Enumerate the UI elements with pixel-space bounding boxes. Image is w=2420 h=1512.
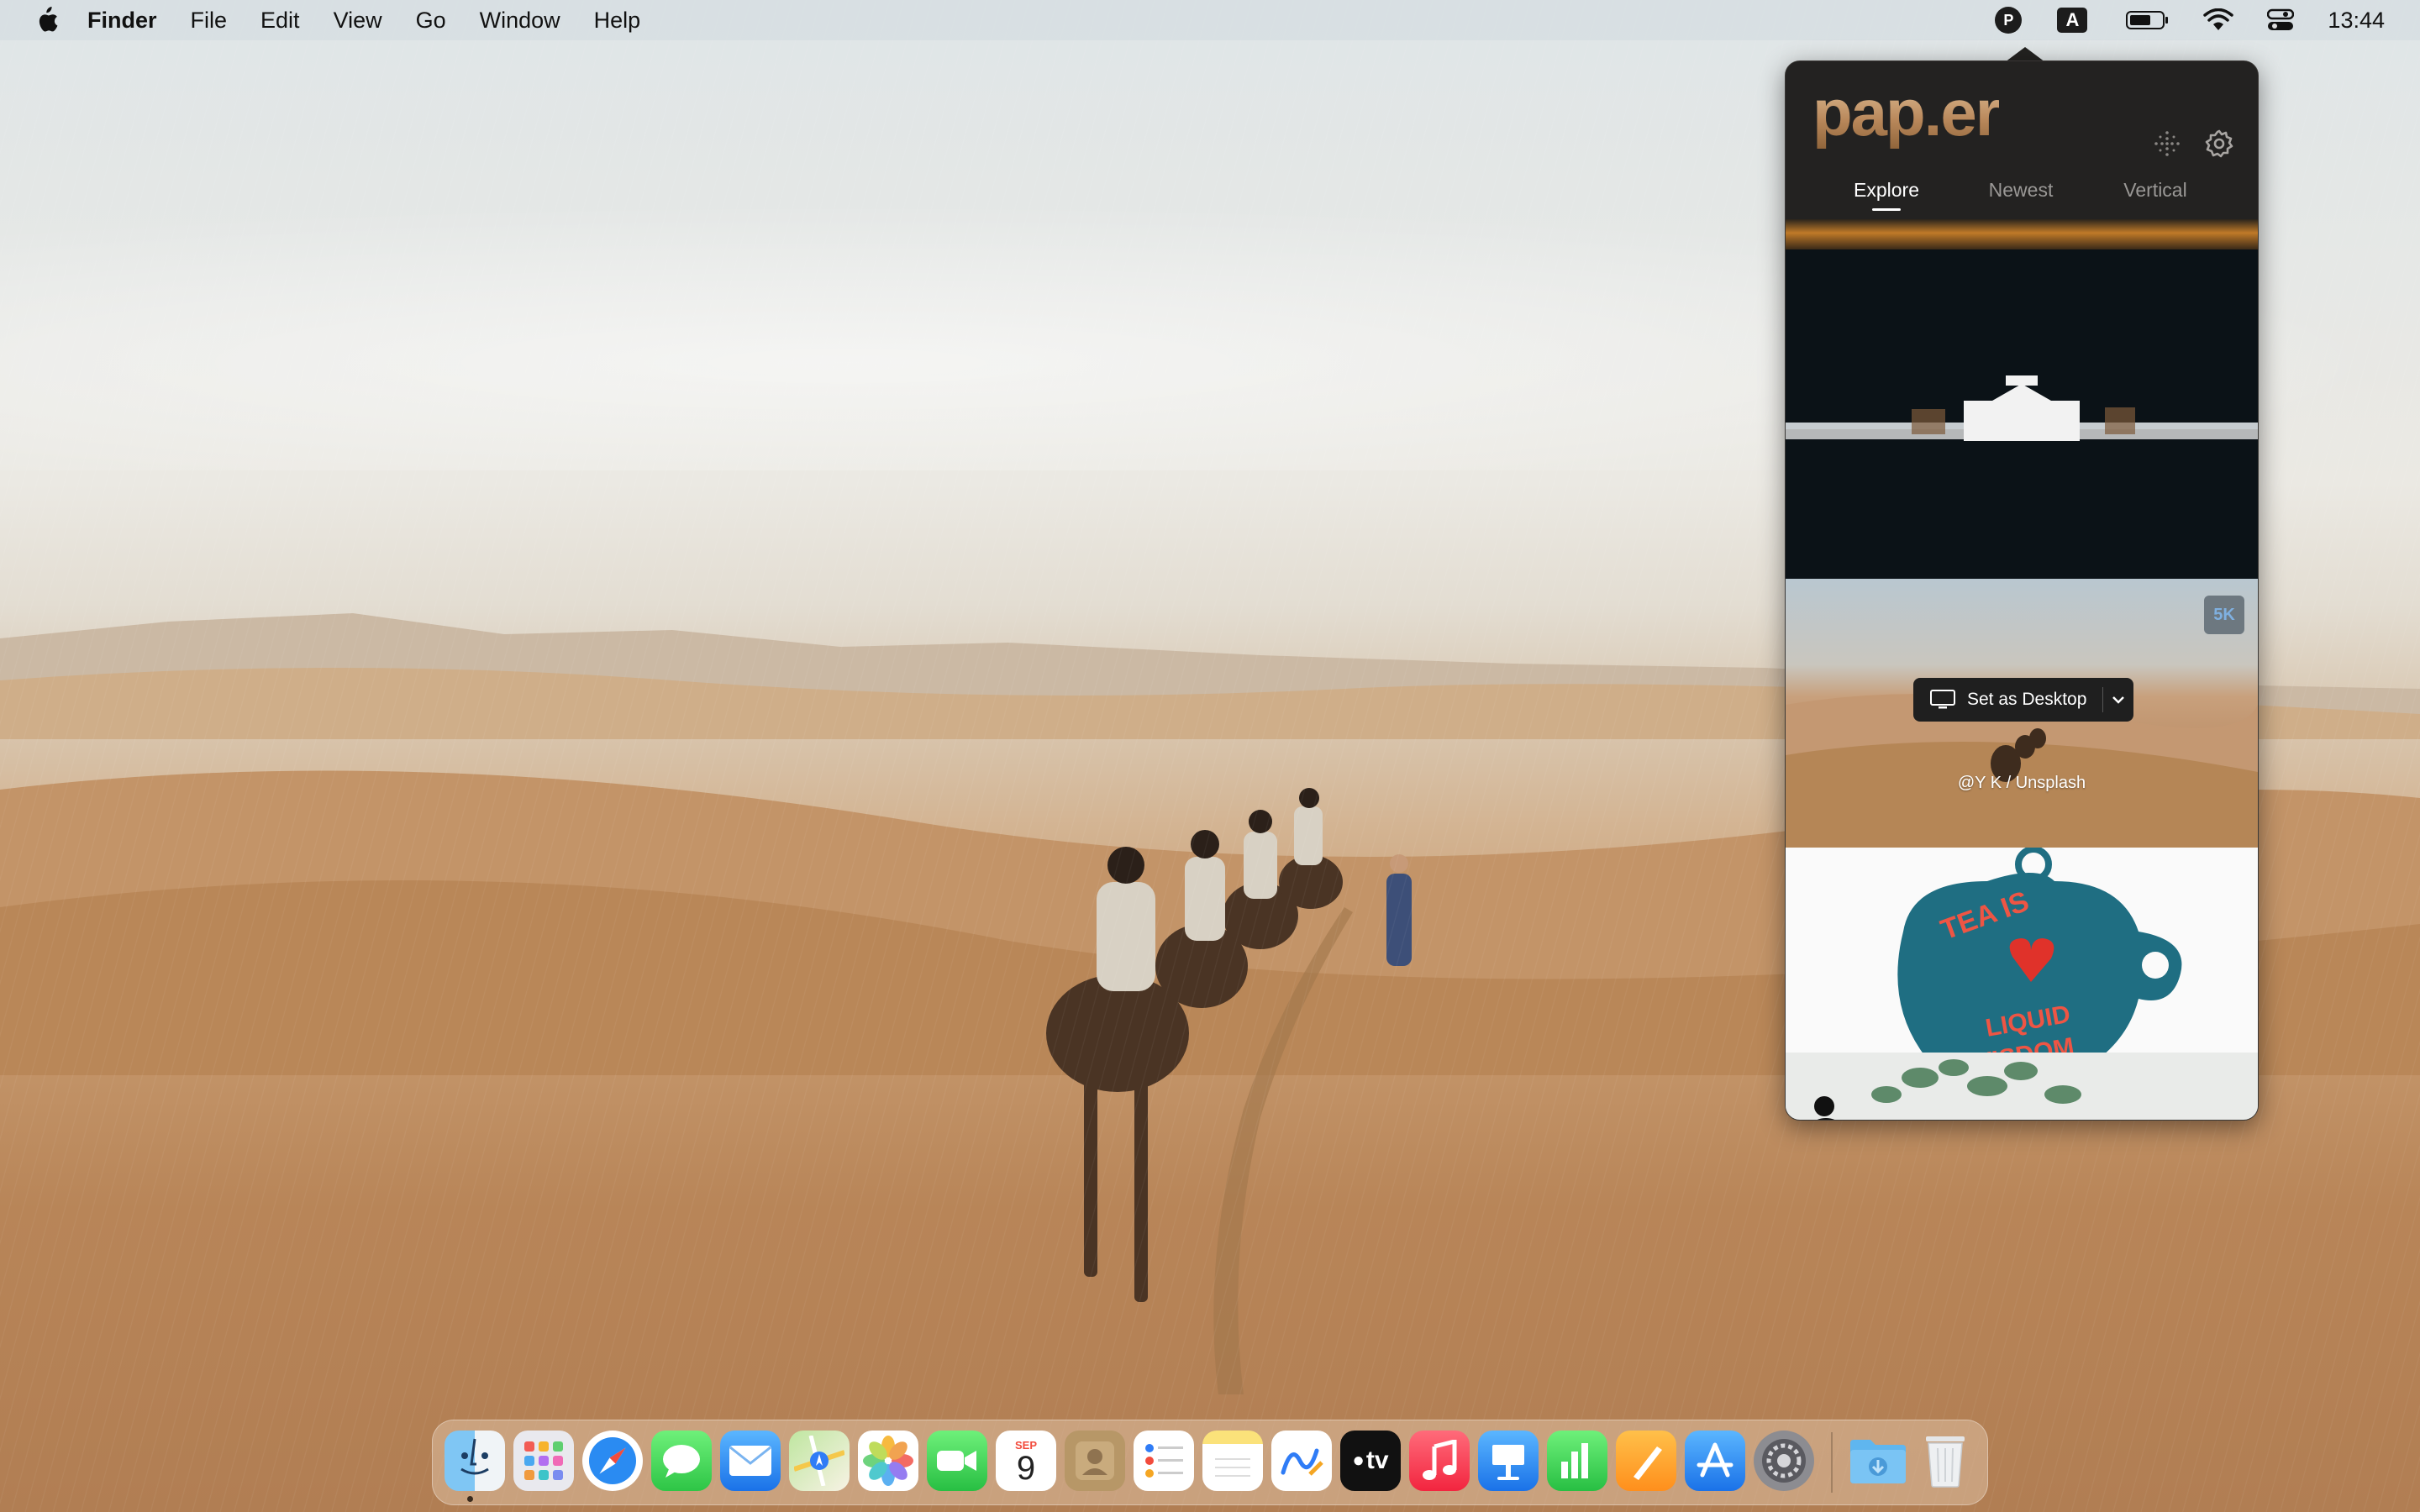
- popover-header: pap.er Explore Newest Vertical: [1786, 61, 2258, 219]
- music-icon[interactable]: [1409, 1431, 1470, 1491]
- tab-vertical[interactable]: Vertical: [2088, 179, 2223, 202]
- loading-indicator-dot: [1814, 1096, 1834, 1116]
- settings-gear-icon[interactable]: [2202, 127, 2236, 160]
- mail-icon[interactable]: [720, 1431, 781, 1491]
- tab-vertical-label: Vertical: [2123, 179, 2187, 201]
- tab-newest-label: Newest: [1988, 179, 2054, 201]
- tv-label: tv: [1365, 1446, 1389, 1474]
- menu-bar: Finder File Edit View Go Window Help P A…: [0, 0, 2420, 40]
- freeform-icon[interactable]: [1271, 1431, 1332, 1491]
- app-store-icon[interactable]: [1685, 1431, 1745, 1491]
- tab-explore[interactable]: Explore: [1819, 179, 1954, 211]
- status-area: P A 13:44: [1995, 0, 2420, 40]
- calendar-day: 9: [1016, 1449, 1036, 1487]
- battery-icon[interactable]: [2126, 9, 2170, 31]
- numbers-icon[interactable]: [1547, 1431, 1607, 1491]
- apple-glyph: ●: [1352, 1449, 1365, 1472]
- control-center-icon[interactable]: [2267, 8, 2295, 32]
- wallpaper-card-sunset[interactable]: [1786, 219, 2258, 249]
- messages-icon[interactable]: [651, 1431, 712, 1491]
- dock-separator: [1831, 1432, 1833, 1493]
- contacts-icon[interactable]: [1065, 1431, 1125, 1491]
- photo-credit[interactable]: @Y K / Unsplash: [1786, 774, 2258, 793]
- safari-icon[interactable]: [582, 1431, 643, 1491]
- tab-active-indicator: [1872, 208, 1901, 211]
- apple-menu-icon[interactable]: [34, 6, 59, 34]
- input-source-icon[interactable]: A: [2057, 8, 2088, 33]
- wallpaper-card-eucalyptus[interactable]: [1786, 1053, 2258, 1120]
- menu-view[interactable]: View: [334, 8, 382, 34]
- finder-icon[interactable]: [445, 1431, 505, 1491]
- calendar-icon[interactable]: SEP 9: [996, 1431, 1056, 1491]
- menu-go[interactable]: Go: [416, 8, 446, 34]
- keynote-icon[interactable]: [1478, 1431, 1539, 1491]
- trash-icon[interactable]: [1915, 1431, 1975, 1491]
- tab-newest[interactable]: Newest: [1954, 179, 2088, 202]
- notes-icon[interactable]: [1202, 1431, 1263, 1491]
- popover-tabs: Explore Newest Vertical: [1786, 179, 2258, 216]
- menu-clock[interactable]: 13:44: [2328, 8, 2385, 34]
- tab-explore-label: Explore: [1854, 179, 1919, 201]
- menu-app-name[interactable]: Finder: [87, 8, 157, 34]
- wallpaper-card-desert-caravan[interactable]: 5K Set as Desktop @Y K / Unsplash: [1786, 579, 2258, 848]
- launchpad-icon[interactable]: [513, 1431, 574, 1491]
- menu-file[interactable]: File: [191, 8, 228, 34]
- monitor-icon: [1930, 690, 1955, 710]
- wifi-icon[interactable]: [2203, 8, 2234, 32]
- system-settings-icon[interactable]: [1754, 1431, 1814, 1491]
- menu-help[interactable]: Help: [594, 8, 641, 34]
- finder-running-indicator: [467, 1496, 473, 1502]
- paper-popover: pap.er Explore Newest Vertical 5K Set as…: [1785, 60, 2259, 1121]
- set-as-desktop-button[interactable]: Set as Desktop: [1913, 678, 2133, 722]
- sparkle-dots-icon[interactable]: [2150, 127, 2184, 160]
- paper-logo: pap.er: [1812, 76, 2001, 150]
- maps-icon[interactable]: [789, 1431, 850, 1491]
- downloads-folder-icon[interactable]: [1848, 1431, 1908, 1491]
- facetime-icon[interactable]: [927, 1431, 987, 1491]
- wallpaper-card-white-house[interactable]: [1786, 249, 2258, 579]
- paper-status-icon[interactable]: P: [1995, 7, 2023, 34]
- pages-icon[interactable]: [1616, 1431, 1676, 1491]
- set-as-desktop-label: Set as Desktop: [1967, 690, 2087, 709]
- dock: SEP 9 ● tv: [432, 1420, 1988, 1505]
- reminders-icon[interactable]: [1134, 1431, 1194, 1491]
- loading-spinner-icon: [1817, 1118, 1835, 1120]
- photos-icon[interactable]: [858, 1431, 918, 1491]
- resolution-badge: 5K: [2204, 596, 2244, 634]
- chevron-down-icon[interactable]: [2103, 696, 2133, 704]
- menu-window[interactable]: Window: [480, 8, 560, 34]
- menu-edit[interactable]: Edit: [260, 8, 300, 34]
- tv-icon[interactable]: ● tv: [1340, 1431, 1401, 1491]
